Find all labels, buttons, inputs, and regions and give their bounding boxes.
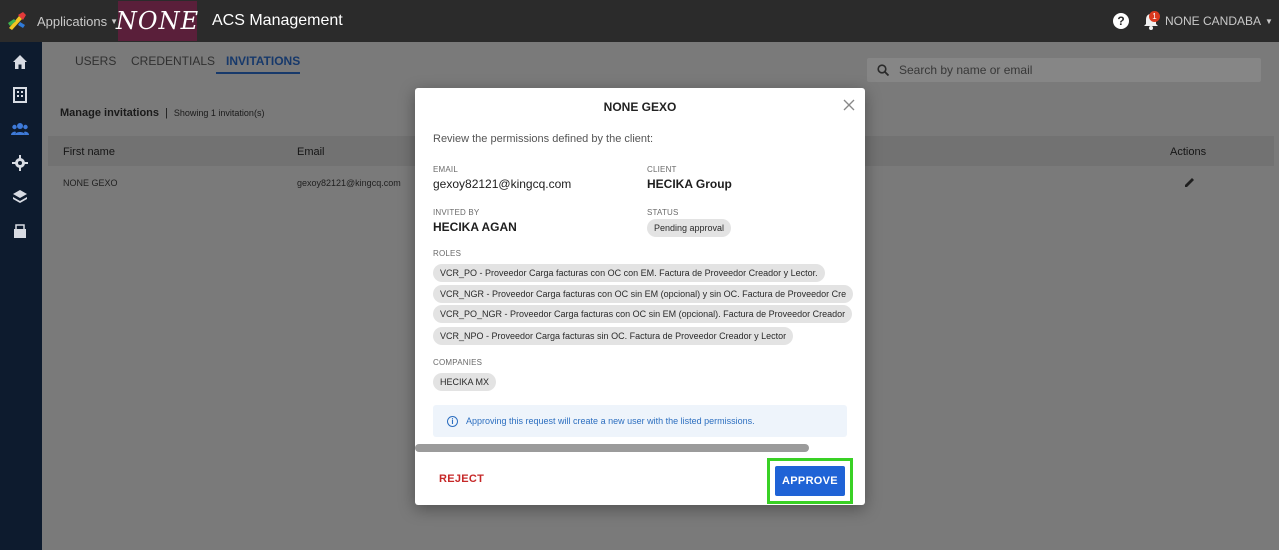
cell-first-name: NONE GEXO: [63, 178, 118, 188]
app-logo-icon[interactable]: [6, 10, 28, 32]
edit-icon[interactable]: [1184, 176, 1196, 188]
applications-label: Applications: [37, 13, 108, 29]
dialog-title: NONE GEXO: [603, 100, 677, 114]
home-icon[interactable]: [11, 53, 29, 71]
search-icon: [877, 64, 889, 76]
invited-by-label: INVITED BY: [433, 208, 480, 217]
tab-invitations[interactable]: INVITATIONS: [226, 54, 300, 68]
search-bar: [867, 58, 1261, 82]
approve-highlight: APPROVE: [767, 458, 853, 504]
role-chip: VCR_NGR - Proveedor Carga facturas con O…: [433, 285, 854, 303]
card-title: Manage invitations: [60, 107, 160, 119]
applications-menu[interactable]: Applications ▼: [37, 0, 118, 42]
users-icon[interactable]: [11, 120, 29, 138]
app-title: ACS Management: [212, 12, 343, 29]
invitation-count: Showing 1 invitation(s): [173, 108, 265, 118]
reject-button[interactable]: REJECT: [439, 473, 484, 485]
client-label: CLIENT: [647, 165, 677, 174]
info-notice: i Approving this request will create a n…: [433, 405, 847, 437]
email-value: gexoy82121@kingcq.com: [433, 177, 572, 191]
user-menu[interactable]: NONE CANDABA ▼: [1165, 0, 1273, 42]
roles-label: ROLES: [433, 249, 462, 258]
caret-down-icon: ▼: [1265, 16, 1273, 26]
client-value: HECIKA Group: [647, 177, 732, 191]
column-email[interactable]: Email: [297, 146, 325, 158]
companies-label: COMPANIES: [433, 358, 483, 367]
active-tab-indicator: [216, 72, 300, 74]
folder-icon[interactable]: [11, 222, 29, 240]
dialog-intro: Review the permissions defined by the cl…: [433, 133, 654, 145]
cell-email: gexoy82121@kingcq.com: [297, 178, 401, 188]
building-icon[interactable]: [11, 86, 29, 104]
sidebar: [0, 42, 42, 550]
close-icon[interactable]: [842, 98, 856, 112]
role-chip: VCR_NPO - Proveedor Carga facturas sin O…: [433, 327, 794, 345]
tab-users[interactable]: USERS: [75, 54, 116, 68]
user-name: NONE CANDABA: [1165, 14, 1262, 28]
card-header: Manage invitations | Showing 1 invitation(…: [60, 107, 264, 119]
email-label: EMAIL: [433, 165, 459, 174]
layers-icon[interactable]: [11, 188, 29, 206]
horizontal-scrollbar[interactable]: [415, 444, 809, 452]
top-bar: Applications ▼ NONE ACS Management ? 1 N…: [0, 0, 1279, 42]
invited-by-value: HECIKA AGAN: [433, 220, 517, 234]
status-label: STATUS: [647, 208, 679, 217]
info-icon: i: [447, 415, 458, 427]
company-chip: HECIKA MX: [433, 373, 497, 391]
invitation-review-dialog: NONE GEXO Review the permissions defined…: [415, 88, 865, 505]
role-chip: VCR_PO - Proveedor Carga facturas con OC…: [433, 264, 825, 282]
search-input[interactable]: [899, 63, 1239, 77]
approve-button[interactable]: APPROVE: [775, 466, 845, 496]
notification-badge: 1: [1149, 11, 1160, 22]
status-badge: Pending approval: [647, 219, 732, 237]
separator: |: [165, 107, 168, 119]
column-first-name[interactable]: First name: [63, 146, 115, 158]
tab-credentials[interactable]: CREDENTIALS: [131, 54, 215, 68]
gear-icon[interactable]: [11, 154, 29, 172]
column-actions: Actions: [1170, 146, 1207, 158]
info-text: Approving this request will create a new…: [466, 416, 755, 426]
brand-logo: NONE: [116, 1, 198, 41]
help-icon[interactable]: ?: [1113, 13, 1129, 29]
role-chip: VCR_PO_NGR - Proveedor Carga facturas co…: [433, 305, 853, 323]
